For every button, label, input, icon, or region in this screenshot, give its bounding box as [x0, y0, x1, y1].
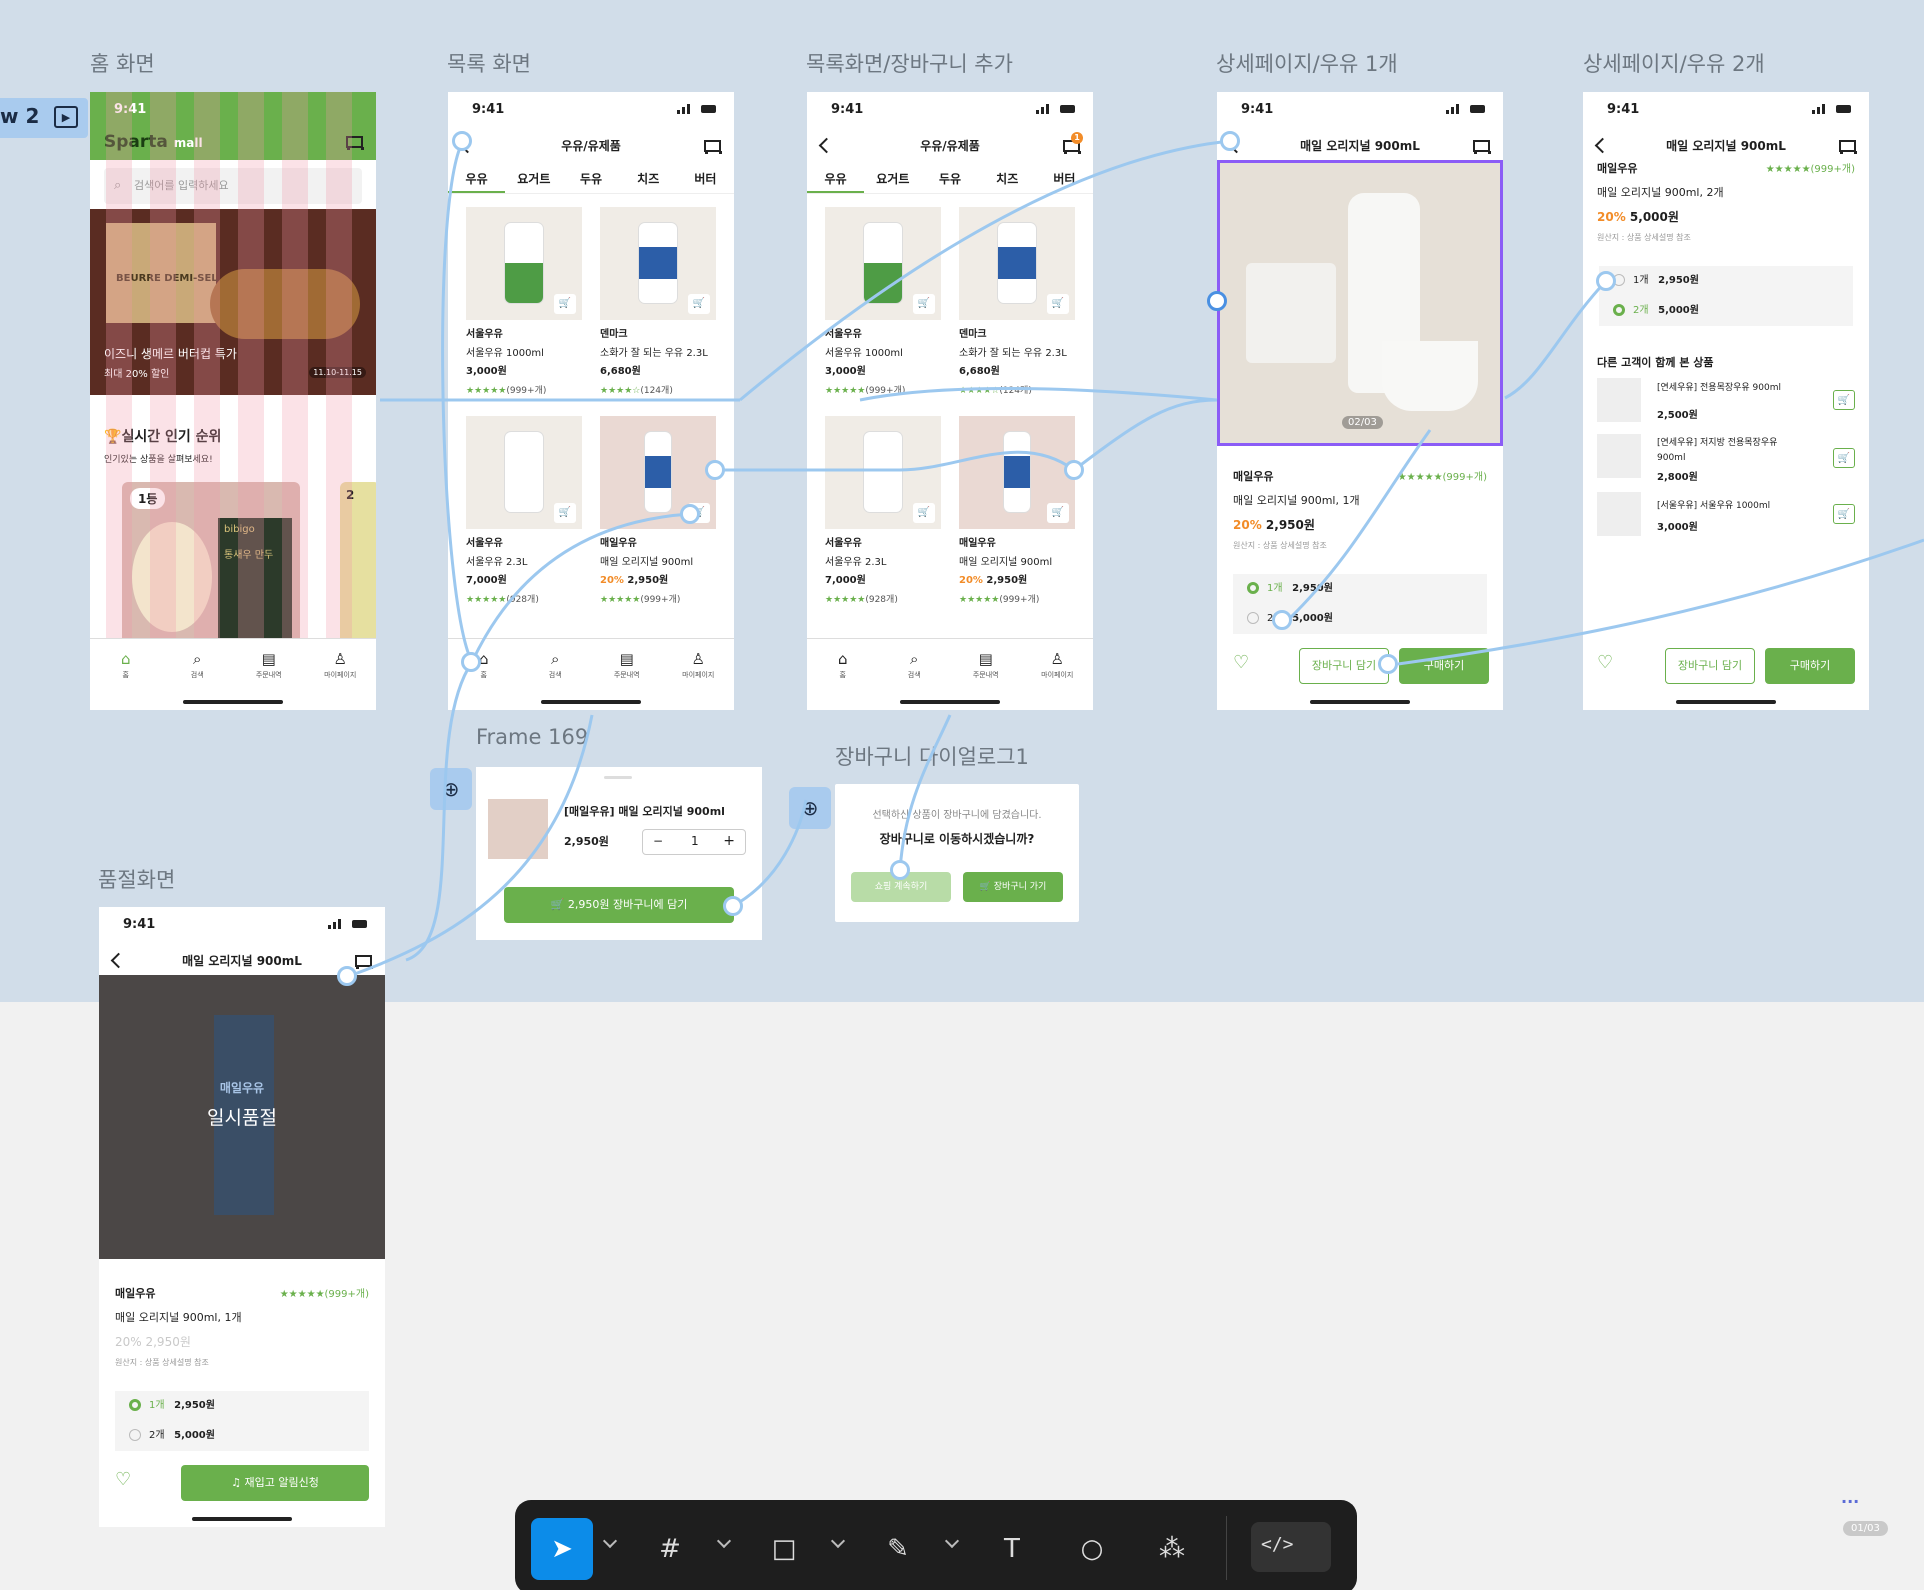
shape-tool-button[interactable]: □ — [753, 1518, 815, 1580]
soldout-overlay-text: 일시품절 — [207, 1107, 277, 1129]
option-1[interactable]: 1개 2,950원 — [115, 1391, 369, 1421]
connector-line — [1073, 398, 1218, 472]
cursor-icon: ➤ — [551, 1534, 573, 1564]
home-indicator — [192, 1517, 292, 1521]
connector-node[interactable] — [705, 460, 725, 480]
pack-text: 매일우유 — [219, 1081, 265, 1095]
restock-alert-label: 재입고 알림신청 — [244, 1476, 319, 1489]
connector-node[interactable] — [1378, 654, 1398, 674]
product-price-dim: 20% 2,950원 — [115, 1335, 191, 1349]
connector-node[interactable] — [1272, 610, 1292, 630]
radio-icon — [129, 1429, 141, 1441]
connector-node[interactable] — [680, 504, 700, 524]
text-tool-button[interactable]: T — [981, 1518, 1043, 1580]
restock-alert-button[interactable]: ♫ 재입고 알림신청 — [181, 1465, 369, 1501]
dev-mode-toggle[interactable]: </> — [1251, 1522, 1331, 1572]
option-price: 5,000원 — [174, 1430, 215, 1441]
toolbar-divider — [1226, 1516, 1227, 1580]
option-price: 2,950원 — [174, 1400, 215, 1411]
connector-line — [732, 799, 808, 908]
connector-node[interactable] — [1207, 291, 1227, 311]
code-icon: </> — [1261, 1534, 1294, 1555]
chevron-down-icon[interactable] — [830, 1533, 846, 1549]
connector-line — [898, 714, 952, 871]
connector-node[interactable] — [890, 860, 910, 880]
heart-icon[interactable]: ♡ — [115, 1469, 131, 1490]
option-qty: 1개 — [149, 1400, 165, 1411]
components-tool-button[interactable]: ⁂ — [1141, 1518, 1203, 1580]
product-brand: 매일우유 — [115, 1287, 156, 1300]
frame-tool-button[interactable]: # — [639, 1518, 701, 1580]
connector-line — [1286, 429, 1432, 622]
radio-selected-icon — [129, 1399, 141, 1411]
comment-icon: ○ — [1080, 1534, 1104, 1564]
page-indicator: 01/03 — [1843, 1521, 1888, 1536]
connector-line — [715, 450, 1075, 472]
product-rating: ★★★★★(999+개) — [279, 1289, 369, 1300]
soldout-image: 매일우유 일시품절 — [99, 975, 385, 1259]
comment-tool-button[interactable]: ○ — [1061, 1518, 1123, 1580]
bell-icon: ♫ — [231, 1476, 242, 1489]
frame-icon: # — [659, 1534, 681, 1564]
connector-node[interactable] — [452, 131, 472, 151]
connector-node[interactable] — [1596, 271, 1616, 291]
option-qty: 2개 — [149, 1430, 165, 1441]
pen-icon: ✎ — [887, 1534, 909, 1564]
chevron-down-icon[interactable] — [602, 1533, 618, 1549]
connector-line — [470, 512, 691, 663]
product-name: 매일 오리지널 900ml, 1개 — [115, 1311, 242, 1324]
connector-line — [348, 714, 594, 978]
product-origin: 원산지 : 상품 상세설명 참조 — [115, 1358, 209, 1367]
connector-node[interactable] — [1220, 131, 1240, 151]
more-menu-icon[interactable]: ... — [1841, 1488, 1859, 1507]
move-tool-button[interactable]: ➤ — [531, 1518, 593, 1580]
connector-line — [1397, 538, 1924, 666]
pen-tool-button[interactable]: ✎ — [867, 1518, 929, 1580]
bottom-toolbar: ➤ # □ ✎ T ○ ⁂ </> — [515, 1500, 1357, 1590]
option-2[interactable]: 2개 5,000원 — [115, 1421, 369, 1451]
chevron-down-icon[interactable] — [716, 1533, 732, 1549]
text-icon: T — [1004, 1534, 1020, 1564]
connector-line — [739, 139, 1231, 402]
connector-line — [1504, 279, 1608, 400]
connector-node[interactable] — [723, 896, 743, 916]
prototype-connectors — [348, 139, 1924, 978]
connector-line — [859, 386, 1218, 402]
connector-node[interactable] — [1064, 460, 1084, 480]
components-icon: ⁂ — [1159, 1534, 1185, 1564]
connector-node[interactable] — [461, 652, 481, 672]
chevron-down-icon[interactable] — [944, 1533, 960, 1549]
connector-node[interactable] — [337, 966, 357, 986]
connector-line — [405, 661, 474, 962]
rectangle-icon: □ — [771, 1534, 797, 1564]
